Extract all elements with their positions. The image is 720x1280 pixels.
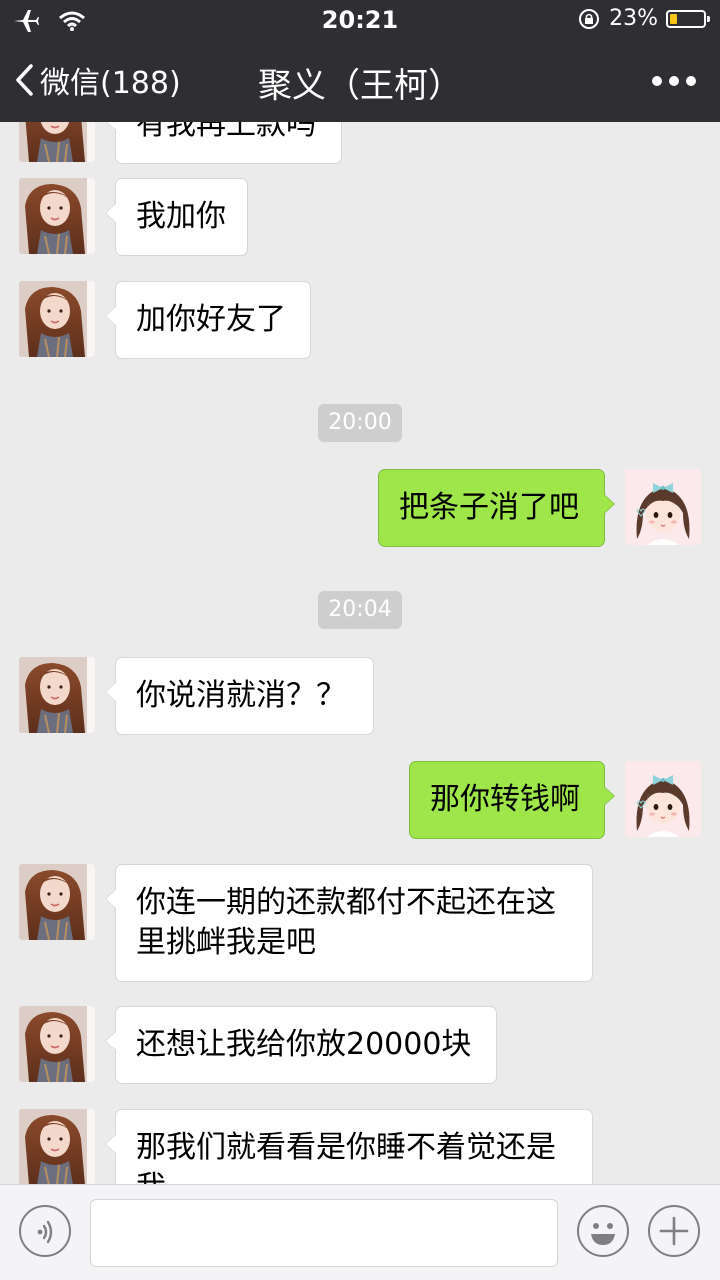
contact-avatar[interactable]	[19, 657, 95, 733]
contact-avatar[interactable]	[19, 178, 95, 254]
battery-fill	[670, 13, 677, 24]
emoji-icon	[591, 1223, 615, 1245]
contact-avatar[interactable]	[19, 122, 95, 162]
contact-avatar[interactable]	[19, 281, 95, 357]
chat-title: 聚义（王柯）	[258, 66, 462, 106]
status-right: 23%	[577, 6, 710, 31]
orientation-lock-icon	[579, 8, 600, 29]
contact-avatar[interactable]	[19, 1006, 95, 1082]
user-avatar[interactable]	[625, 469, 701, 545]
nav-bar: 微信(188) 聚义（王柯）	[0, 40, 720, 122]
contact-avatar[interactable]	[19, 1109, 95, 1184]
timestamp: 20:04	[318, 591, 402, 629]
input-bar	[0, 1184, 720, 1280]
message-bubble[interactable]: 我加你	[105, 178, 248, 256]
message-bubble[interactable]: 你说消就消？？	[105, 657, 374, 735]
message-bubble[interactable]: 把条子消了吧	[378, 469, 615, 547]
message-bubble[interactable]: 加你好友了	[105, 281, 311, 359]
more-dots-icon[interactable]	[652, 76, 696, 86]
battery-icon	[666, 9, 710, 28]
voice-button[interactable]	[19, 1205, 71, 1257]
chat-area[interactable]: 有我再上款吗 我加你 加你好友了 20:00 把条子消了吧 20:04 你说消就…	[0, 122, 720, 1184]
message-bubble[interactable]: 那我们就看看是你睡不着觉还是我	[105, 1109, 593, 1184]
user-avatar[interactable]	[625, 761, 701, 837]
message-input[interactable]	[90, 1199, 558, 1267]
contact-avatar[interactable]	[19, 864, 95, 940]
more-functions-button[interactable]	[648, 1205, 700, 1257]
message-bubble[interactable]: 那你转钱啊	[409, 761, 615, 839]
message-bubble[interactable]: 有我再上款吗	[105, 122, 342, 164]
status-bar: 20:21 23%	[0, 0, 720, 40]
message-bubble[interactable]: 还想让我给你放20000块	[105, 1006, 497, 1084]
plus-icon	[659, 1216, 689, 1246]
emoji-button[interactable]	[577, 1205, 629, 1257]
battery-percent: 23%	[609, 6, 658, 31]
voice-icon	[37, 1220, 53, 1244]
message-bubble[interactable]: 你连一期的还款都付不起还在这里挑衅我是吧	[105, 864, 593, 982]
timestamp: 20:00	[318, 404, 402, 442]
